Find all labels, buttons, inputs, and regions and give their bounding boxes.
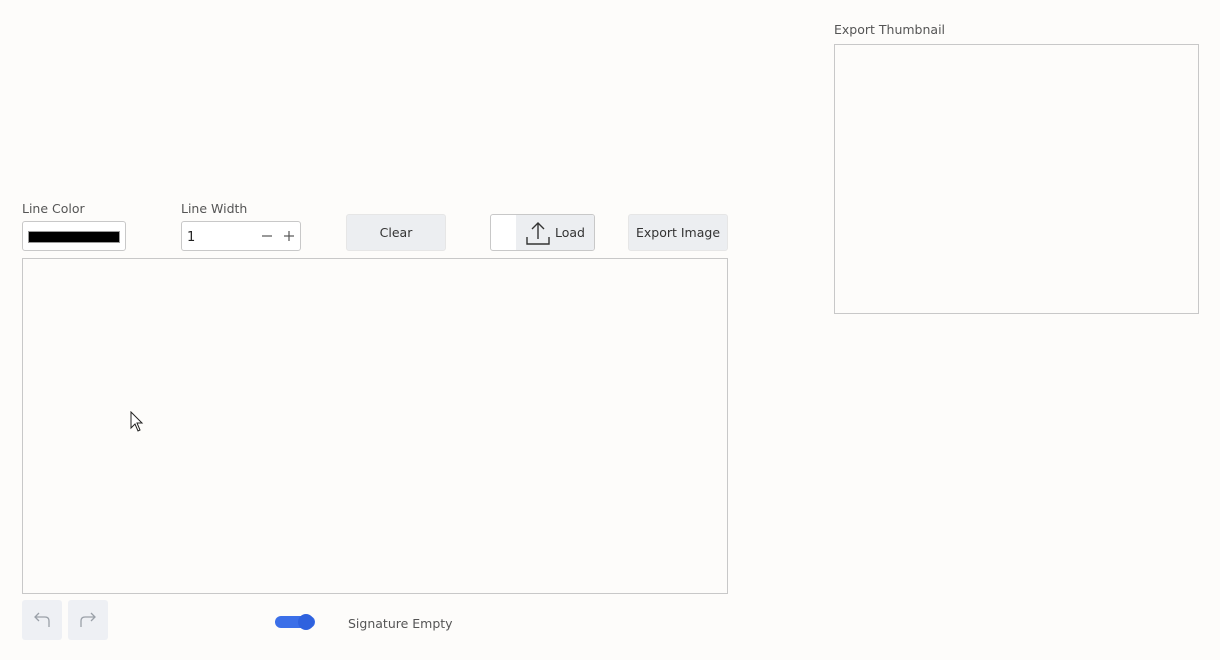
line-color-swatch (28, 231, 120, 243)
signature-status-text: Signature Empty (348, 616, 453, 631)
line-width-input[interactable]: 1 (187, 230, 195, 245)
load-button-label: Load (555, 225, 585, 240)
redo-button[interactable] (68, 600, 108, 640)
plus-icon[interactable] (281, 228, 297, 244)
redo-icon (78, 610, 98, 630)
signature-canvas[interactable] (22, 258, 728, 594)
line-color-label: Line Color (22, 201, 85, 216)
line-width-label: Line Width (181, 201, 248, 216)
signature-toggle-switch[interactable] (275, 614, 315, 630)
load-uploader[interactable]: Load (490, 214, 595, 251)
mouse-cursor-icon (130, 410, 144, 437)
switch-thumb (298, 614, 314, 630)
minus-icon[interactable] (259, 228, 275, 244)
line-color-picker[interactable] (22, 221, 126, 251)
upload-icon (525, 220, 551, 246)
export-image-button[interactable]: Export Image (628, 214, 728, 251)
clear-button[interactable]: Clear (346, 214, 446, 251)
undo-icon (32, 610, 52, 630)
export-image-button-label: Export Image (635, 225, 721, 240)
undo-button[interactable] (22, 600, 62, 640)
export-thumbnail (834, 44, 1199, 314)
load-button[interactable]: Load (516, 215, 594, 250)
line-width-stepper[interactable]: 1 (181, 221, 301, 251)
export-thumbnail-label: Export Thumbnail (834, 22, 946, 37)
clear-button-label: Clear (379, 225, 413, 240)
